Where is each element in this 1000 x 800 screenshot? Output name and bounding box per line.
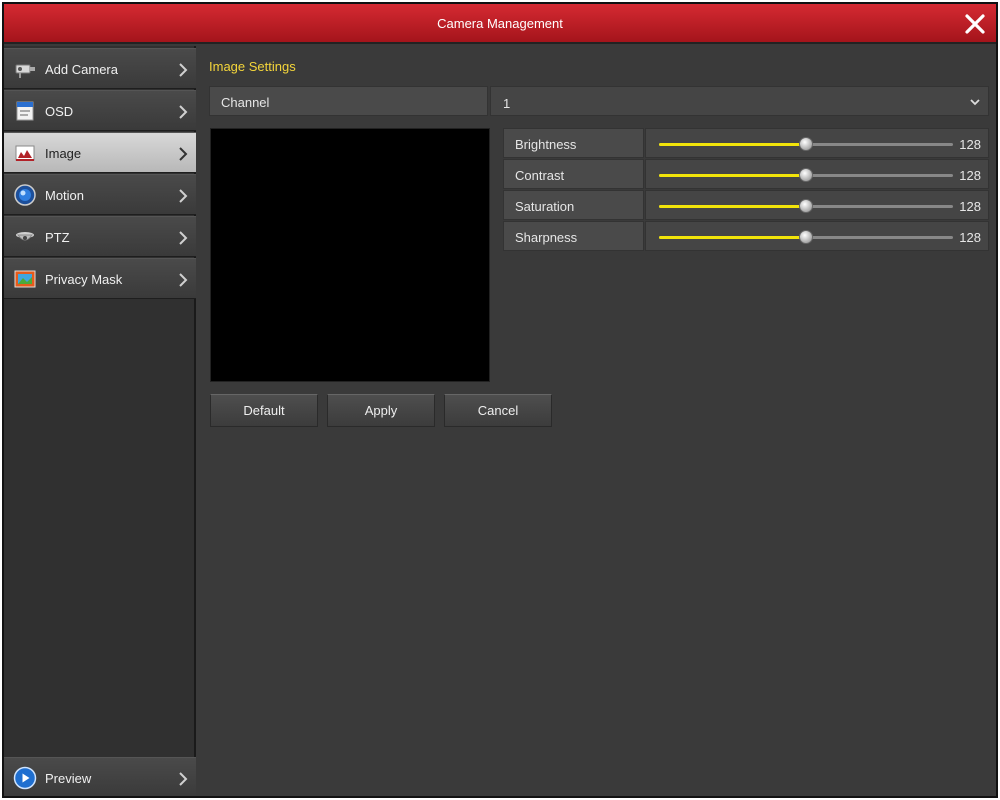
brightness-value: 128	[959, 137, 981, 152]
chevron-right-icon	[179, 273, 188, 287]
sidebar-item-privacy-mask[interactable]: Privacy Mask	[4, 258, 196, 299]
saturation-slider[interactable]	[659, 199, 953, 213]
sidebar-item-label: Preview	[45, 771, 92, 786]
chevron-right-icon	[179, 772, 188, 786]
chevron-down-icon	[970, 99, 980, 106]
ptz-icon	[16, 232, 34, 241]
contrast-label: Contrast	[503, 159, 644, 189]
section-title: Image Settings	[209, 59, 296, 74]
sidebar-item-osd[interactable]: OSD	[4, 90, 196, 131]
sidebar-item-add-camera[interactable]: Add Camera	[4, 48, 196, 89]
sidebar-item-label: Image	[45, 146, 82, 161]
brightness-row: Brightness 128	[503, 128, 989, 158]
osd-icon	[16, 101, 34, 121]
window-title: Camera Management	[437, 16, 563, 31]
channel-row: Channel 1	[209, 86, 989, 116]
sharpness-slider[interactable]	[659, 230, 953, 244]
apply-button[interactable]: Apply	[327, 394, 435, 427]
video-preview	[210, 128, 490, 382]
slider-handle[interactable]	[799, 137, 813, 151]
brightness-slider[interactable]	[659, 137, 953, 151]
sidebar-item-image[interactable]: Image	[4, 132, 196, 173]
slider-fill	[659, 205, 806, 208]
sidebar-item-label: Motion	[45, 188, 85, 203]
slider-handle[interactable]	[799, 199, 813, 213]
chevron-right-icon	[179, 105, 188, 119]
chevron-right-icon	[179, 63, 188, 77]
cancel-button[interactable]: Cancel	[444, 394, 552, 427]
contrast-slider[interactable]	[659, 168, 953, 182]
sidebar-item-label: Add Camera	[45, 62, 118, 77]
chevron-right-icon	[179, 231, 188, 245]
main-panel: Image Settings Channel 1 Brightness 128	[198, 46, 996, 796]
image-icon	[15, 145, 35, 161]
channel-value: 1	[503, 96, 511, 111]
saturation-label: Saturation	[503, 190, 644, 220]
slider-fill	[659, 143, 806, 146]
default-button[interactable]: Default	[210, 394, 318, 427]
slider-handle[interactable]	[799, 230, 813, 244]
slider-handle[interactable]	[799, 168, 813, 182]
slider-fill	[659, 236, 806, 239]
sidebar-item-label: Privacy Mask	[45, 272, 123, 287]
channel-label: Channel	[209, 86, 488, 116]
sharpness-value: 128	[959, 230, 981, 245]
saturation-row: Saturation 128	[503, 190, 989, 220]
saturation-value: 128	[959, 199, 981, 214]
camera-icon	[15, 64, 35, 78]
play-icon	[13, 766, 37, 790]
sidebar-item-label: OSD	[45, 104, 74, 119]
contrast-row: Contrast 128	[503, 159, 989, 189]
contrast-value: 128	[959, 168, 981, 183]
slider-fill	[659, 174, 806, 177]
chevron-right-icon	[179, 189, 188, 203]
brightness-label: Brightness	[503, 128, 644, 158]
sharpness-row: Sharpness 128	[503, 221, 989, 251]
close-icon[interactable]	[962, 11, 988, 37]
motion-icon	[14, 184, 36, 206]
sharpness-label: Sharpness	[503, 221, 644, 251]
chevron-right-icon	[179, 147, 188, 161]
sidebar-item-motion[interactable]: Motion	[4, 174, 196, 215]
camera-management-window: Camera Management Add Camera OSD Image M…	[2, 2, 998, 798]
title-bar: Camera Management	[4, 4, 996, 44]
sidebar-item-label: PTZ	[45, 230, 70, 245]
sidebar-item-preview[interactable]: Preview	[4, 757, 196, 796]
sidebar: Add Camera OSD Image Motion PTZ Privacy …	[4, 46, 196, 796]
privacy-mask-icon	[14, 270, 36, 288]
channel-select[interactable]: 1	[490, 86, 989, 116]
sidebar-item-ptz[interactable]: PTZ	[4, 216, 196, 257]
